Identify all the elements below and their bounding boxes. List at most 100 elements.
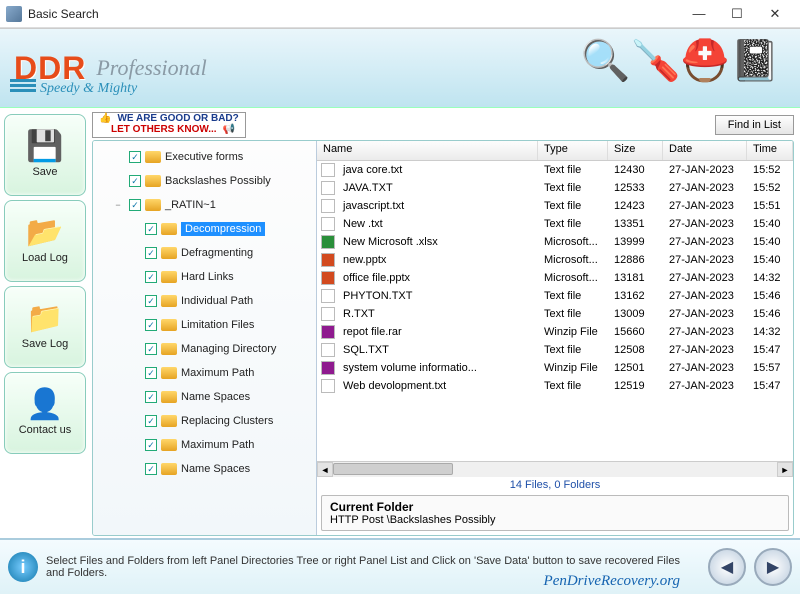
current-folder-panel: Current Folder HTTP Post \Backslashes Po…: [321, 495, 789, 531]
file-row[interactable]: javascript.txtText file1242327-JAN-20231…: [317, 197, 793, 215]
tree-twist-icon[interactable]: −: [111, 200, 125, 210]
tree-checkbox[interactable]: [145, 319, 157, 331]
col-size[interactable]: Size: [608, 141, 663, 160]
file-date: 27-JAN-2023: [663, 162, 747, 178]
tree-checkbox[interactable]: [145, 247, 157, 259]
tree-checkbox[interactable]: [129, 199, 141, 211]
file-row[interactable]: R.TXTText file1300927-JAN-202315:46: [317, 305, 793, 323]
file-icon: [321, 379, 335, 393]
folder-icon: [161, 271, 177, 283]
file-list-header[interactable]: Name Type Size Date Time: [317, 141, 793, 161]
folder-icon: [161, 343, 177, 355]
tree-label: Name Spaces: [181, 391, 250, 403]
file-type: Text file: [538, 378, 608, 394]
tree-node[interactable]: Defragmenting: [95, 241, 314, 265]
tree-node[interactable]: Limitation Files: [95, 313, 314, 337]
tree-label: Name Spaces: [181, 463, 250, 475]
sidebar-label: Load Log: [22, 252, 68, 264]
tree-checkbox[interactable]: [145, 391, 157, 403]
tree-checkbox[interactable]: [145, 223, 157, 235]
tree-checkbox[interactable]: [145, 367, 157, 379]
minimize-button[interactable]: —: [680, 1, 718, 27]
file-row[interactable]: SQL.TXTText file1250827-JAN-202315:47: [317, 341, 793, 359]
col-name[interactable]: Name: [317, 141, 538, 160]
file-row[interactable]: New Microsoft .xlsxMicrosoft...1399927-J…: [317, 233, 793, 251]
info-icon: i: [8, 552, 38, 582]
tree-node[interactable]: Decompression: [95, 217, 314, 241]
file-type: Text file: [538, 180, 608, 196]
file-row[interactable]: repot file.rarWinzip File1566027-JAN-202…: [317, 323, 793, 341]
tree-node[interactable]: Managing Directory: [95, 337, 314, 361]
file-size: 13009: [608, 306, 663, 322]
titlebar: Basic Search — ☐ ✕: [0, 0, 800, 28]
close-button[interactable]: ✕: [756, 1, 794, 27]
tree-checkbox[interactable]: [145, 343, 157, 355]
rating-banner[interactable]: 👍 WE ARE GOOD OR BAD? LET OTHERS KNOW...…: [92, 112, 246, 138]
file-size: 12508: [608, 342, 663, 358]
tree-node[interactable]: Maximum Path: [95, 433, 314, 457]
col-date[interactable]: Date: [663, 141, 747, 160]
file-type: Text file: [538, 216, 608, 232]
file-size: 12501: [608, 360, 663, 376]
file-row[interactable]: office file.pptxMicrosoft...1318127-JAN-…: [317, 269, 793, 287]
file-row[interactable]: New .txtText file1335127-JAN-202315:40: [317, 215, 793, 233]
file-icon: [321, 217, 335, 231]
file-type: Winzip File: [538, 324, 608, 340]
sidebar-load-log[interactable]: 📂Load Log: [4, 200, 86, 282]
file-date: 27-JAN-2023: [663, 324, 747, 340]
col-time[interactable]: Time: [747, 141, 793, 160]
find-in-list-button[interactable]: Find in List: [715, 115, 794, 135]
sidebar-contact-us[interactable]: 👤Contact us: [4, 372, 86, 454]
tree-checkbox[interactable]: [145, 439, 157, 451]
file-row[interactable]: PHYTON.TXTText file1316227-JAN-202315:46: [317, 287, 793, 305]
sidebar-save-log[interactable]: 📁Save Log: [4, 286, 86, 368]
tree-checkbox[interactable]: [129, 175, 141, 187]
file-time: 15:46: [747, 288, 793, 304]
scroll-thumb[interactable]: [333, 463, 453, 475]
file-row[interactable]: new.pptxMicrosoft...1288627-JAN-202315:4…: [317, 251, 793, 269]
scroll-left-icon[interactable]: ◄: [317, 462, 333, 477]
tree-checkbox[interactable]: [145, 415, 157, 427]
file-time: 15:47: [747, 342, 793, 358]
file-name: system volume informatio...: [337, 360, 538, 376]
folder-tree[interactable]: Executive formsBackslashes Possibly−_RAT…: [93, 141, 317, 535]
file-row[interactable]: JAVA.TXTText file1253327-JAN-202315:52: [317, 179, 793, 197]
tree-node[interactable]: Hard Links: [95, 265, 314, 289]
tree-checkbox[interactable]: [145, 463, 157, 475]
tree-checkbox[interactable]: [129, 151, 141, 163]
file-name: R.TXT: [337, 306, 538, 322]
tree-node[interactable]: Backslashes Possibly: [95, 169, 314, 193]
file-name: office file.pptx: [337, 270, 538, 286]
file-row[interactable]: system volume informatio...Winzip File12…: [317, 359, 793, 377]
tree-checkbox[interactable]: [145, 295, 157, 307]
tree-node[interactable]: Individual Path: [95, 289, 314, 313]
tree-node[interactable]: Name Spaces: [95, 385, 314, 409]
file-row[interactable]: Web devolopment.txtText file1251927-JAN-…: [317, 377, 793, 395]
file-time: 15:46: [747, 306, 793, 322]
left-sidebar: 💾Save📂Load Log📁Save Log👤Contact us: [0, 108, 90, 538]
file-type: Text file: [538, 342, 608, 358]
prev-button[interactable]: ◀: [708, 548, 746, 586]
file-row[interactable]: java core.txtText file1243027-JAN-202315…: [317, 161, 793, 179]
tree-checkbox[interactable]: [145, 271, 157, 283]
scroll-right-icon[interactable]: ►: [777, 462, 793, 477]
sidebar-label: Save: [32, 166, 57, 178]
tree-node[interactable]: Executive forms: [95, 145, 314, 169]
file-icon: [321, 289, 335, 303]
tree-node[interactable]: −_RATIN~1: [95, 193, 314, 217]
file-icon: [321, 181, 335, 195]
maximize-button[interactable]: ☐: [718, 1, 756, 27]
sidebar-save[interactable]: 💾Save: [4, 114, 86, 196]
next-button[interactable]: ▶: [754, 548, 792, 586]
tree-node[interactable]: Replacing Clusters: [95, 409, 314, 433]
file-date: 27-JAN-2023: [663, 306, 747, 322]
file-date: 27-JAN-2023: [663, 252, 747, 268]
file-time: 15:47: [747, 378, 793, 394]
col-type[interactable]: Type: [538, 141, 608, 160]
tree-node[interactable]: Maximum Path: [95, 361, 314, 385]
file-icon: [321, 253, 335, 267]
horizontal-scrollbar[interactable]: ◄ ►: [317, 461, 793, 477]
file-list[interactable]: java core.txtText file1243027-JAN-202315…: [317, 161, 793, 461]
file-type: Winzip File: [538, 360, 608, 376]
tree-node[interactable]: Name Spaces: [95, 457, 314, 481]
